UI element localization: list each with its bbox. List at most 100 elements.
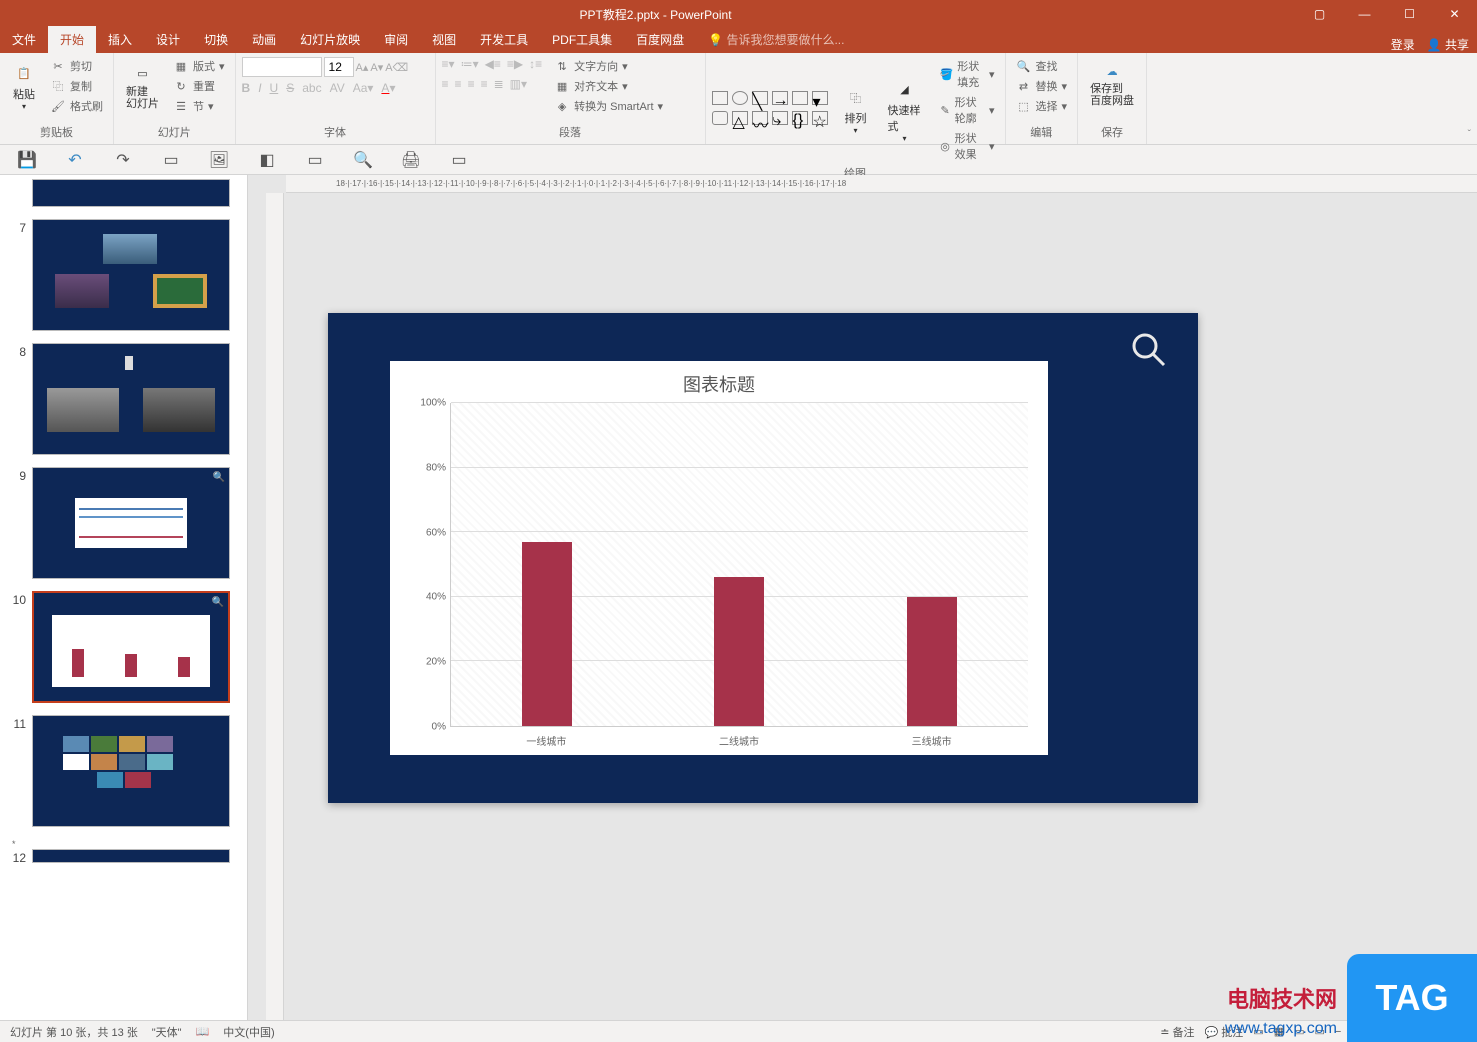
slide-thumb-6-partial[interactable]	[32, 179, 230, 207]
distribute-button[interactable]: ≣	[494, 77, 504, 91]
shape-roundrect-icon[interactable]	[712, 111, 728, 125]
clear-format-button[interactable]: A⌫	[385, 61, 408, 74]
shape-outline-button[interactable]: ✎形状轮廓 ▾	[936, 93, 999, 127]
ribbon-options-icon[interactable]: ▢	[1297, 0, 1342, 28]
section-button[interactable]: ☰节 ▾	[169, 97, 229, 115]
slide-thumb-9[interactable]: 🔍	[32, 467, 230, 579]
find-button[interactable]: 🔍查找	[1012, 57, 1072, 75]
font-name-input[interactable]	[242, 57, 322, 77]
spacing-button[interactable]: AV	[330, 81, 345, 95]
numbering-button[interactable]: ≔▾	[461, 57, 479, 71]
shape-star-icon[interactable]: ☆	[812, 111, 828, 125]
qat-zoom-button[interactable]: 🔍	[354, 151, 372, 169]
bullets-button[interactable]: ≡▾	[442, 57, 455, 71]
qat-save-button[interactable]: 💾	[18, 151, 36, 169]
cut-button[interactable]: ✂剪切	[46, 57, 107, 75]
slide-edit-area[interactable]: 18·|·17·|·16·|·15·|·14·|·13·|·12·|·11·|·…	[248, 175, 1477, 1020]
slide-thumbnails-panel[interactable]: 7 8 9 🔍 10	[0, 175, 248, 1020]
qat-print-button[interactable]: 🖨	[402, 151, 420, 169]
shape-curve-icon[interactable]: 〰	[752, 111, 768, 125]
shape-effects-button[interactable]: ◎形状效果 ▾	[936, 129, 999, 163]
shape-tri-icon[interactable]: △	[732, 111, 748, 125]
justify-button[interactable]: ≡	[481, 77, 488, 91]
tab-insert[interactable]: 插入	[96, 26, 144, 53]
tab-review[interactable]: 审阅	[372, 26, 420, 53]
font-color-button[interactable]: A▾	[381, 81, 395, 95]
qat-insert-object-button[interactable]: ◧	[258, 151, 276, 169]
align-left-button[interactable]: ≡	[442, 77, 449, 91]
tab-pdf[interactable]: PDF工具集	[540, 26, 624, 53]
align-text-button[interactable]: ▦对齐文本 ▾	[550, 77, 667, 95]
slide-thumb-10[interactable]: 🔍	[32, 591, 230, 703]
slide-counter[interactable]: 幻灯片 第 10 张，共 13 张	[10, 1024, 138, 1040]
minimize-button[interactable]: —	[1342, 0, 1387, 28]
spellcheck-icon[interactable]: 📖	[196, 1025, 210, 1038]
smartart-button[interactable]: ◈转换为 SmartArt ▾	[550, 97, 667, 115]
paste-button[interactable]: 📋 粘贴 ▾	[6, 60, 42, 113]
notes-button[interactable]: ≐ 备注	[1160, 1024, 1194, 1040]
share-button[interactable]: 👤 共享	[1427, 36, 1469, 53]
shape-rect-icon[interactable]	[712, 91, 728, 105]
underline-button[interactable]: U	[270, 81, 279, 95]
layout-button[interactable]: ▦版式 ▾	[169, 57, 229, 75]
shape-connector-icon[interactable]: ⤷	[772, 111, 788, 125]
reset-button[interactable]: ↻重置	[169, 77, 229, 95]
new-slide-button[interactable]: ▭ 新建 幻灯片	[120, 60, 165, 112]
qat-start-from-beginning-button[interactable]: ▭	[162, 151, 180, 169]
tab-developer[interactable]: 开发工具	[468, 26, 540, 53]
align-right-button[interactable]: ≡	[468, 77, 475, 91]
shape-fill-button[interactable]: 🪣形状填充 ▾	[936, 57, 999, 91]
font-size-input[interactable]	[324, 57, 354, 77]
tab-file[interactable]: 文件	[0, 26, 48, 53]
qat-touch-button[interactable]: ▭	[450, 151, 468, 169]
tab-animation[interactable]: 动画	[240, 26, 288, 53]
qat-slideshow-button[interactable]: ▭	[306, 151, 324, 169]
shape-more-icon[interactable]: ▾	[812, 91, 828, 105]
slide-thumb-11[interactable]	[32, 715, 230, 827]
shape-rect2-icon[interactable]	[792, 91, 808, 105]
tab-baidu[interactable]: 百度网盘	[624, 26, 696, 53]
collapse-ribbon-button[interactable]: ˇ	[1468, 129, 1471, 140]
slide-canvas[interactable]: 图表标题 0% 20% 40% 60% 80% 100%	[328, 313, 1198, 803]
columns-button[interactable]: ▥▾	[510, 77, 527, 91]
copy-button[interactable]: ⿻复制	[46, 77, 107, 95]
slide-thumb-7[interactable]	[32, 219, 230, 331]
shadow-button[interactable]: abc	[302, 81, 321, 95]
align-center-button[interactable]: ≡	[455, 77, 462, 91]
replace-button[interactable]: ⇄替换 ▾	[1012, 77, 1072, 95]
shape-line-icon[interactable]: ╲	[752, 91, 768, 105]
tab-transition[interactable]: 切换	[192, 26, 240, 53]
strike-button[interactable]: S	[286, 81, 294, 95]
format-painter-button[interactable]: 🖌格式刷	[46, 97, 107, 115]
tab-home[interactable]: 开始	[48, 26, 96, 53]
italic-button[interactable]: I	[258, 81, 261, 95]
quick-style-button[interactable]: ◢快速样式▾	[882, 76, 928, 145]
arrange-button[interactable]: ⿻排列▾	[838, 84, 874, 137]
case-button[interactable]: Aa▾	[353, 81, 374, 95]
shape-arrow-icon[interactable]: →	[772, 91, 788, 105]
select-button[interactable]: ⬚选择 ▾	[1012, 97, 1072, 115]
shape-gallery[interactable]: ╲→▾ △〰⤷{}☆	[712, 91, 830, 129]
qat-redo-button[interactable]: ↷	[114, 151, 132, 169]
login-link[interactable]: 登录	[1391, 36, 1415, 53]
decrease-font-button[interactable]: A▾	[370, 61, 383, 74]
slide-thumb-12-partial[interactable]	[32, 849, 230, 863]
maximize-button[interactable]: ☐	[1387, 0, 1432, 28]
bold-button[interactable]: B	[242, 81, 251, 95]
qat-insert-picture-button[interactable]: 🖼	[210, 151, 228, 169]
text-direction-button[interactable]: ⇅文字方向 ▾	[550, 57, 667, 75]
increase-font-button[interactable]: A▴	[356, 61, 369, 74]
tab-slideshow[interactable]: 幻灯片放映	[288, 26, 372, 53]
language-status[interactable]: 中文(中国)	[223, 1024, 274, 1040]
qat-undo-button[interactable]: ↶	[66, 151, 84, 169]
shape-oval-icon[interactable]	[732, 91, 748, 105]
close-button[interactable]: ✕	[1432, 0, 1477, 28]
line-spacing-button[interactable]: ↕≡	[529, 57, 542, 71]
chart-object[interactable]: 图表标题 0% 20% 40% 60% 80% 100%	[390, 361, 1048, 755]
tab-view[interactable]: 视图	[420, 26, 468, 53]
indent-decrease-button[interactable]: ◀≡	[485, 57, 501, 71]
tell-me[interactable]: 💡 告诉我您想要做什么...	[696, 26, 856, 53]
tab-design[interactable]: 设计	[144, 26, 192, 53]
slide-thumb-8[interactable]	[32, 343, 230, 455]
save-baidu-button[interactable]: ☁ 保存到 百度网盘	[1084, 57, 1140, 109]
